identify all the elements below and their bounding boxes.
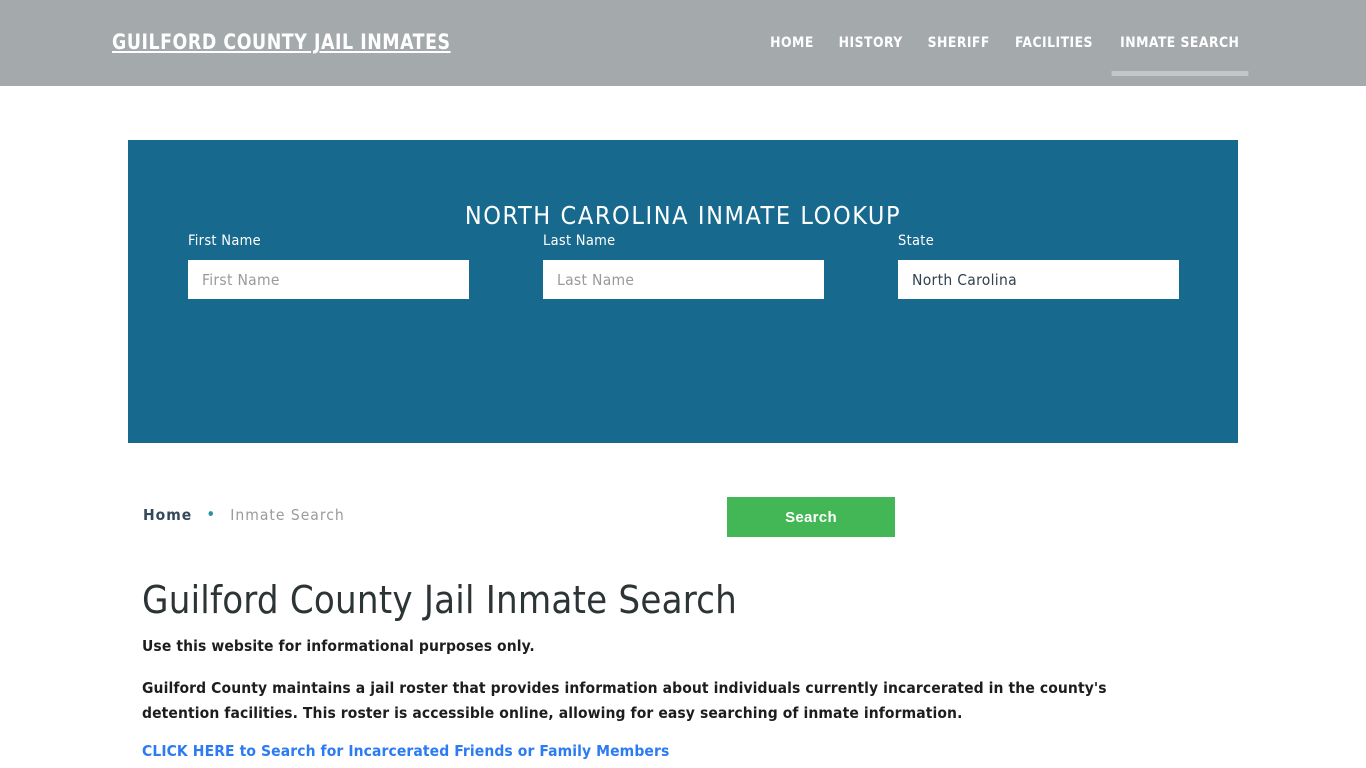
nav-item-sheriff[interactable]: SHERIFF <box>917 3 1000 83</box>
page-title: Guilford County Jail Inmate Search <box>142 578 738 622</box>
state-input[interactable] <box>898 260 1179 299</box>
main-navigation: HOME HISTORY SHERIFF FACILITIES INMATE S… <box>758 0 1254 86</box>
inmate-lookup-panel: NORTH CAROLINA INMATE LOOKUP First Name … <box>128 140 1238 537</box>
description-paragraph: Guilford County maintains a jail roster … <box>142 679 1107 722</box>
first-name-field-group: First Name <box>188 233 543 299</box>
inmate-search-cta-link[interactable]: CLICK HERE to Search for Incarcerated Fr… <box>142 742 669 760</box>
breadcrumb: Home • Inmate Search <box>143 506 345 524</box>
nav-item-history[interactable]: HISTORY <box>828 3 913 83</box>
disclaimer-text: Use this website for informational purpo… <box>142 637 535 655</box>
search-button[interactable]: Search <box>727 497 895 537</box>
last-name-field-group: Last Name <box>543 233 898 299</box>
site-logo[interactable]: GUILFORD COUNTY JAIL INMATES <box>112 30 451 54</box>
site-header: GUILFORD COUNTY JAIL INMATES HOME HISTOR… <box>0 0 1366 86</box>
state-label: State <box>898 233 935 249</box>
nav-item-inmate-search[interactable]: INMATE SEARCH <box>1110 3 1250 83</box>
first-name-label: First Name <box>188 233 261 249</box>
last-name-label: Last Name <box>543 233 616 249</box>
last-name-input[interactable] <box>543 260 824 299</box>
lookup-fields-row: First Name Last Name State <box>128 233 1238 299</box>
nav-item-facilities[interactable]: FACILITIES <box>1005 3 1104 83</box>
state-field-group: State <box>898 233 1238 299</box>
breadcrumb-separator-icon: • <box>206 504 217 525</box>
first-name-input[interactable] <box>188 260 469 299</box>
breadcrumb-current: Inmate Search <box>230 506 345 524</box>
nav-item-home[interactable]: HOME <box>759 3 824 83</box>
lookup-panel-title: NORTH CAROLINA INMATE LOOKUP <box>464 200 902 230</box>
breadcrumb-home[interactable]: Home <box>143 506 192 524</box>
